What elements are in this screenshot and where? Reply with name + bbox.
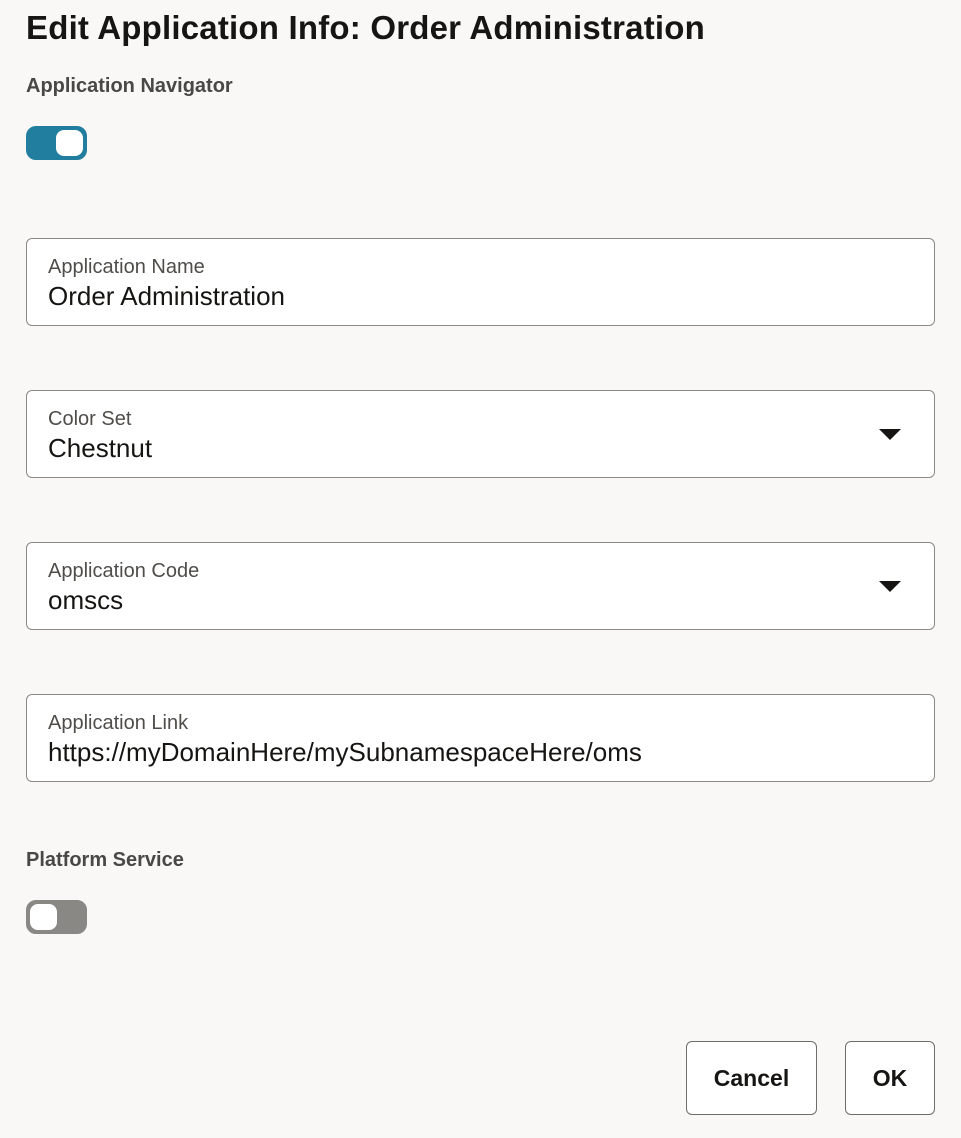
application-code-label: Application Code [48, 560, 200, 582]
dialog-title: Edit Application Info: Order Administrat… [26, 9, 705, 46]
edit-application-dialog: Edit Application Info: Order Administrat… [0, 0, 961, 1138]
platform-service-label: Platform Service [26, 849, 184, 871]
cancel-button[interactable]: Cancel [686, 1041, 817, 1115]
application-code-select[interactable]: Application Code omscs [26, 542, 935, 630]
application-navigator-toggle[interactable] [26, 126, 87, 160]
chevron-down-icon[interactable] [879, 581, 901, 592]
application-name-label: Application Name [48, 256, 205, 278]
application-code-value[interactable]: omscs [48, 585, 123, 615]
ok-button[interactable]: OK [845, 1041, 935, 1115]
color-set-label: Color Set [48, 408, 132, 430]
chevron-down-icon[interactable] [879, 429, 901, 440]
color-set-value[interactable]: Chestnut [48, 433, 152, 463]
color-set-select[interactable]: Color Set Chestnut [26, 390, 935, 478]
toggle-knob [30, 904, 57, 930]
platform-service-toggle[interactable] [26, 900, 87, 934]
application-name-input[interactable]: Order Administration [48, 281, 285, 311]
application-navigator-label: Application Navigator [26, 75, 233, 97]
application-link-label: Application Link [48, 712, 189, 734]
application-link-field[interactable]: Application Link https://myDomainHere/my… [26, 694, 935, 782]
application-name-field[interactable]: Application Name Order Administration [26, 238, 935, 326]
toggle-knob [56, 130, 83, 156]
application-link-input[interactable]: https://myDomainHere/mySubnamespaceHere/… [48, 737, 642, 767]
